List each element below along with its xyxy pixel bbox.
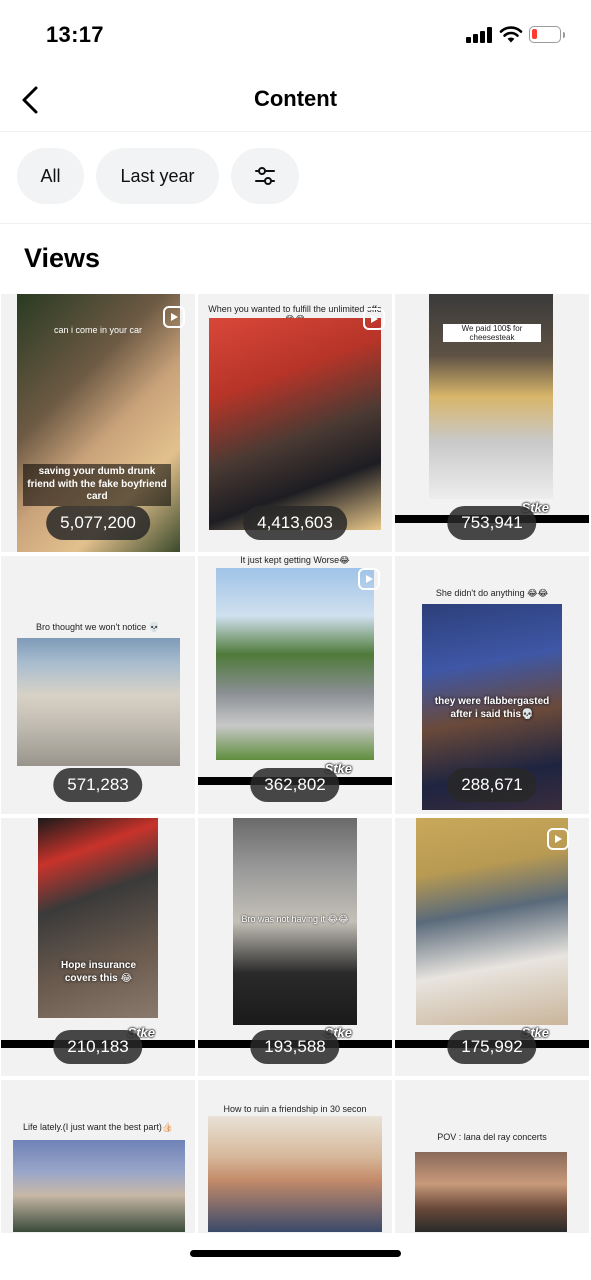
view-count-badge: 175,992 — [447, 1030, 537, 1064]
thumbnail-image — [416, 818, 568, 1025]
section-title: Views — [24, 243, 101, 273]
view-count-badge: 5,077,200 — [46, 506, 150, 540]
filter-all-label: All — [40, 165, 61, 186]
view-count-badge: 210,183 — [53, 1030, 143, 1064]
page-title: Content — [253, 86, 338, 111]
content-tile[interactable]: Life lately.(I just want the best part)👍… — [1, 1080, 195, 1233]
thumbnail-image — [216, 568, 374, 760]
filter-bar: All Last year — [17, 148, 299, 206]
status-time: 13:17 — [46, 22, 104, 47]
thumbnail-image — [208, 1116, 382, 1232]
reel-icon — [547, 828, 569, 850]
content-tile[interactable]: can i come in your car saving your dumb … — [1, 294, 195, 552]
view-count-badge: 362,802 — [250, 768, 340, 802]
caption-overlay: Hope insurance covers this 😂 — [60, 960, 137, 984]
nav-header: Content — [0, 70, 591, 132]
caption-top: How to ruin a friendship in 30 secon — [223, 1104, 367, 1114]
caption-top: We paid 100$ for cheesesteak — [443, 324, 541, 342]
thumbnail-image — [17, 638, 180, 766]
caption-overlay: they were flabbergasted after i said thi… — [434, 696, 550, 720]
sliders-icon — [255, 167, 275, 185]
content-tile[interactable]: How to ruin a friendship in 30 secon — [198, 1080, 392, 1233]
wifi-icon — [499, 26, 523, 43]
caption-top: Bro was not having it 😂😂 — [241, 914, 349, 924]
view-count-badge: 288,671 — [447, 768, 537, 802]
filter-period-label: Last year — [120, 165, 195, 186]
reel-icon — [358, 568, 380, 590]
content-tile[interactable]: It just kept getting Worse😂 Stke 362,802 — [198, 556, 392, 814]
battery-icon — [529, 26, 565, 43]
thumbnail-image — [415, 1152, 567, 1232]
divider — [0, 223, 591, 224]
filter-period-chip[interactable]: Last year — [96, 148, 219, 204]
view-count-badge: 753,941 — [447, 506, 537, 540]
content-tile[interactable]: She didn't do anything 😂😂 they were flab… — [395, 556, 589, 814]
content-tile[interactable]: Stke 175,992 — [395, 818, 589, 1076]
thumbnail-image — [209, 318, 381, 530]
content-tile[interactable]: Bro was not having it 😂😂 Stke 193,588 — [198, 818, 392, 1076]
content-tile[interactable]: We paid 100$ for cheesesteak Stke 753,94… — [395, 294, 589, 552]
caption-top: Bro thought we won't notice 💀 — [36, 622, 160, 632]
view-count-badge: 193,588 — [250, 1030, 340, 1064]
content-tile[interactable]: POV : lana del ray concerts — [395, 1080, 589, 1233]
view-count-badge: 571,283 — [53, 768, 143, 802]
caption-top: can i come in your car — [53, 325, 143, 335]
caption-top: It just kept getting Worse😂 — [240, 556, 350, 565]
content-tile[interactable]: When you wanted to fulfill the unlimited… — [198, 294, 392, 552]
content-tile[interactable]: Bro thought we won't notice 💀 571,283 — [1, 556, 195, 814]
home-indicator[interactable] — [190, 1250, 401, 1257]
caption-top: She didn't do anything 😂😂 — [435, 588, 549, 598]
view-count-badge: 4,413,603 — [243, 506, 347, 540]
status-bar: 13:17 — [0, 0, 591, 70]
reel-icon — [363, 308, 385, 330]
filter-settings-button[interactable] — [231, 148, 299, 204]
content-tile[interactable]: Hope insurance covers this 😂 Stke 210,18… — [1, 818, 195, 1076]
thumbnail-image — [38, 818, 158, 1018]
caption-top: Life lately.(I just want the best part)👍… — [22, 1122, 174, 1132]
thumbnail-image — [13, 1140, 185, 1232]
caption-top: POV : lana del ray concerts — [437, 1132, 547, 1142]
caption-overlay: saving your dumb drunk friend with the f… — [23, 464, 171, 506]
filter-all-chip[interactable]: All — [17, 148, 84, 204]
cellular-signal-icon — [466, 27, 492, 43]
content-grid: can i come in your car saving your dumb … — [0, 293, 591, 1233]
home-indicator-area — [0, 1233, 591, 1280]
